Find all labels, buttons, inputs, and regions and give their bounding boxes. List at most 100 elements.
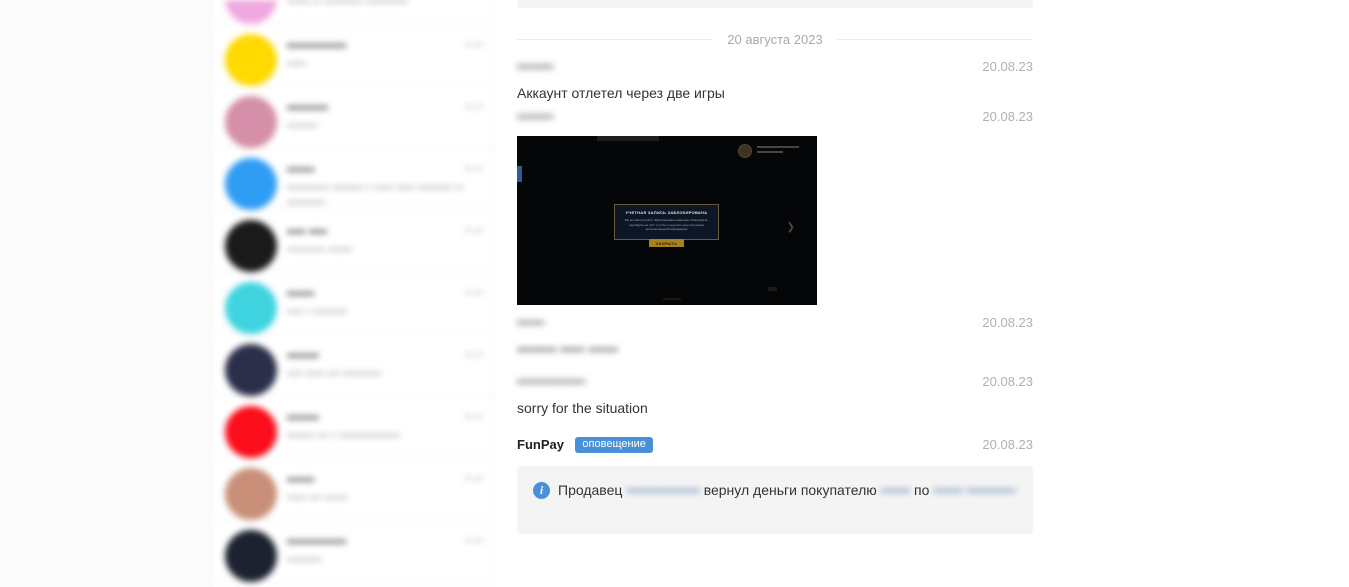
chat-item-name: ••••••	[287, 162, 315, 177]
chat-item-time: ••.••	[464, 39, 483, 51]
message-text: sorry for the situation	[517, 400, 648, 416]
chat-item-body: ••••••••••••• •••••••••	[287, 530, 465, 568]
chat-message: ••••••••••••••• 20.08.23 sorry for the s…	[517, 374, 1033, 419]
game-sidebar-chip	[517, 166, 522, 182]
message-timestamp: 20.08.23	[982, 374, 1033, 389]
chat-item-name: •••••••••••••	[287, 534, 347, 549]
message-timestamp: 20.08.23	[982, 59, 1033, 74]
chat-item-name: •••• ••••	[287, 224, 328, 239]
alert-text: Продавец ••••••••••••••• вернул деньги п…	[558, 480, 1017, 501]
game-bottom-line	[663, 298, 681, 300]
game-window-topbar	[597, 136, 659, 141]
chat-item-name: ••••••	[287, 472, 315, 487]
chat-item-preview: ••••••• ••• • ••••••••••••••••	[287, 430, 401, 442]
game-profile-labels	[757, 146, 799, 156]
chat-list-item[interactable]: •••••• ••••••••••• •••••••• • ••••• •••••…	[215, 148, 495, 210]
message-text: •••••••• ••••• ••••••	[517, 341, 618, 357]
notification-badge: оповещение	[575, 436, 653, 453]
chat-list-item[interactable]: ••••••••••••• ••••• ••.••	[215, 24, 495, 86]
chat-item-time: ••.••	[464, 225, 483, 237]
alert-row: i Продавец ••••••••••••••• вернул деньги…	[533, 480, 1017, 501]
game-dialog-close-button[interactable]: ЗАКРЫТЬ	[648, 239, 685, 247]
previous-message-stub	[517, 0, 1033, 8]
chat-item-preview: •••••••••	[287, 554, 322, 566]
chat-item-name: ••••••	[287, 286, 315, 301]
date-separator-rule-right	[836, 38, 1033, 40]
game-dialog-body-line3: информации	[669, 227, 688, 231]
chat-item-time: ••.••	[464, 535, 483, 547]
message-panel: 20 августа 2023 •••••••• 20.08.23 Аккаун…	[496, 0, 1054, 587]
message-timestamp: 20.08.23	[982, 437, 1033, 452]
chat-list-item[interactable]: •••• •••• •••••••••• •••••• ••.••	[215, 210, 495, 272]
chat-item-body: ••••••••••••• •• •••••••••• •••••••••••	[287, 0, 465, 10]
chat-list-item[interactable]: ••••••••••••• ••••••••• ••.••	[215, 520, 495, 582]
chat-item-time: ••.••	[464, 349, 483, 361]
message-timestamp: 20.08.23	[982, 109, 1033, 124]
right-blank-area	[1064, 0, 1349, 587]
chat-item-preview: •••• • •••••••••	[287, 306, 348, 318]
message-author[interactable]: ••••••••	[517, 59, 553, 74]
chat-avatar	[225, 344, 277, 396]
message-timestamp: 20.08.23	[982, 315, 1033, 330]
alert-text-middle: вернул деньги покупателю	[703, 482, 877, 498]
chat-item-time: ••.••	[464, 287, 483, 299]
chat-item-preview: ••••• ••• ••••••	[287, 492, 348, 504]
chat-item-name: •••••••••••••	[287, 38, 347, 53]
date-separator-rule-left	[517, 38, 714, 40]
chat-avatar	[225, 468, 277, 520]
message-author[interactable]: FunPay	[517, 437, 564, 452]
system-author-group: FunPay оповещение	[517, 436, 653, 454]
refund-alert-box: i Продавец ••••••••••••••• вернул деньги…	[517, 466, 1033, 534]
chat-item-body: •••••• •••• • •••••••••	[287, 282, 465, 320]
chat-item-preview: ••••••••	[287, 120, 318, 132]
chat-avatar	[225, 34, 277, 86]
chat-item-preview: •••• ••••• ••• ••••••••••	[287, 368, 381, 380]
chat-list-item[interactable]: ••••••••••••• •• •••••••••• ••••••••••••…	[215, 0, 495, 24]
chat-avatar	[225, 406, 277, 458]
message-text: Аккаунт отлетел через две игры	[517, 85, 725, 101]
chat-list-item[interactable]: •••••• •••• • ••••••••• ••.••	[215, 272, 495, 334]
chat-item-time: ••.••	[464, 411, 483, 423]
game-blocked-dialog: УЧЕТНАЯ ЗАПИСЬ ЗАБЛОКИРОВАНА Вы не смогл…	[614, 204, 719, 247]
chat-item-time: ••.••	[464, 101, 483, 113]
chat-item-time: ••.••	[464, 473, 483, 485]
message-header: FunPay оповещение 20.08.23	[517, 436, 1033, 458]
chat-item-body: ••••••• •••• ••••• ••• ••••••••••	[287, 344, 465, 382]
left-gutter	[0, 0, 215, 587]
chat-item-body: •••••• ••••••••••• •••••••• • ••••• •••••…	[287, 158, 465, 211]
alert-text-prefix: Продавец	[558, 482, 623, 498]
message-author[interactable]: •••••••••••••••	[517, 374, 585, 389]
message-header: •••••••• 20.08.23	[517, 59, 1033, 81]
chat-item-body: ••••••••••••• •••••	[287, 34, 465, 72]
chat-item-name: •••••••	[287, 410, 319, 425]
order-link-redacted[interactable]: •••••• ••••••••••	[933, 480, 1015, 501]
chat-avatar	[225, 220, 277, 272]
system-notification-message: FunPay оповещение 20.08.23 i Продавец ••…	[517, 436, 1033, 534]
message-header: ••••••••••••••• 20.08.23	[517, 374, 1033, 396]
chat-avatar	[225, 158, 277, 210]
message-author[interactable]: ••••••	[517, 315, 544, 330]
date-separator: 20 августа 2023	[517, 19, 1033, 59]
chat-item-name: •••••••	[287, 348, 319, 363]
seller-username-redacted[interactable]: •••••••••••••••	[626, 480, 700, 501]
chat-list-item[interactable]: ••••••• ••••••• ••• • •••••••••••••••• ••.…	[215, 396, 495, 458]
chat-item-preview: •••••• •• •••••••••• •••••••••••	[287, 0, 408, 8]
chat-message: •••••••• 20.08.23 Аккаунт отлетел через …	[517, 59, 1033, 104]
page-scrollbar-track[interactable]	[1051, 0, 1064, 587]
game-dialog-support-link[interactable]: сайт службы поддержки	[649, 223, 683, 227]
game-dialog-body: Вы не смогли войти. Заблокировано навсег…	[621, 218, 712, 232]
chat-list-sidebar[interactable]: •••••• •• ••••• •• ••• ••••••• •••• ••••••••…	[215, 0, 496, 587]
chat-list-item[interactable]: ••••••• •••• ••••• ••• •••••••••• ••.••	[215, 334, 495, 396]
chat-list-item[interactable]: ••••••••• •••••••• ••.••	[215, 86, 495, 148]
game-profile-widget	[738, 144, 799, 158]
chat-item-body: •••• •••• •••••••••• ••••••	[287, 220, 465, 258]
chat-item-body: ••••••• ••••••• ••• • ••••••••••••••••	[287, 406, 465, 444]
chat-avatar	[225, 282, 277, 334]
message-image-attachment[interactable]: УЧЕТНАЯ ЗАПИСЬ ЗАБЛОКИРОВАНА Вы не смогл…	[517, 136, 817, 305]
chat-avatar	[225, 0, 277, 24]
chat-list-item[interactable]: •••••• ••••• ••• •••••• ••.••	[215, 458, 495, 520]
buyer-username-redacted[interactable]: ••••••	[881, 480, 910, 501]
message-author[interactable]: ••••••••	[517, 109, 553, 124]
game-dialog-title: УЧЕТНАЯ ЗАПИСЬ ЗАБЛОКИРОВАНА	[625, 210, 708, 215]
chat-item-preview: •••••	[287, 58, 307, 70]
